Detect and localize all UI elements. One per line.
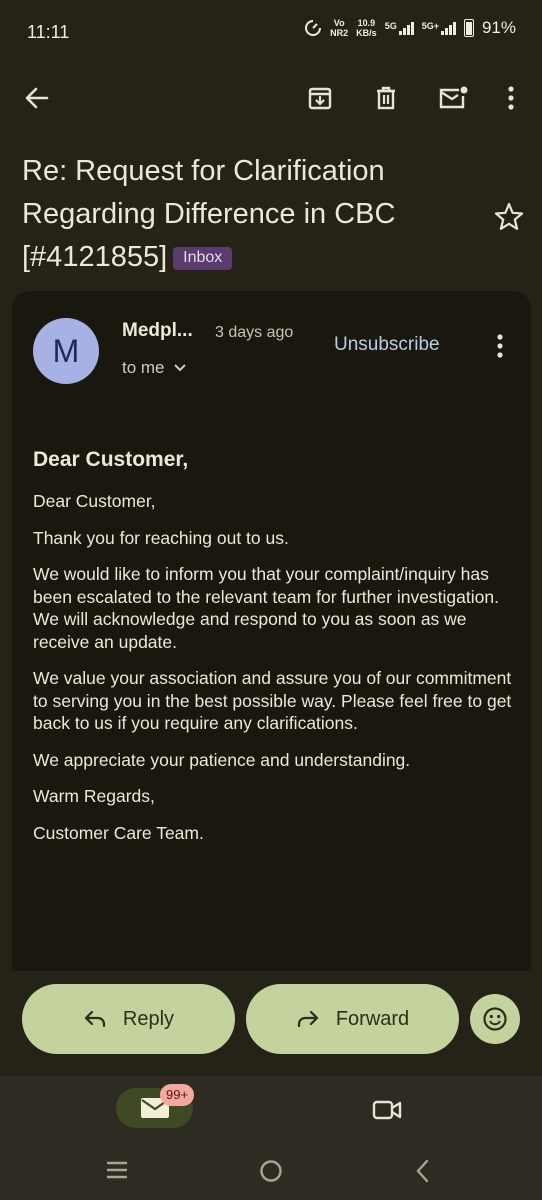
reply-button[interactable]: Reply: [22, 984, 235, 1054]
chevron-down-icon: [173, 364, 186, 372]
status-icons: Vo NR2 10.9 KB/s 5G 5G+ 91%: [304, 18, 516, 38]
signal-2: 5G+: [422, 21, 456, 35]
star-button[interactable]: [492, 200, 526, 234]
reply-icon: [84, 1010, 106, 1028]
data-saver-icon: [305, 20, 322, 36]
recents-icon: [107, 1161, 127, 1179]
body-paragraph: Dear Customer,: [33, 491, 156, 511]
recipient-text: to me: [122, 358, 165, 377]
archive-icon: [308, 87, 332, 110]
email-toolbar: [0, 70, 542, 126]
battery-percent: 91%: [481, 18, 516, 37]
volte-indicator: Vo NR2: [330, 18, 349, 38]
battery-icon: [463, 19, 474, 37]
unread-count-badge: 99+: [160, 1084, 195, 1106]
more-options-button[interactable]: [491, 78, 531, 118]
star-icon: [494, 202, 524, 230]
reply-label: Reply: [122, 1007, 175, 1030]
home-button[interactable]: [258, 1158, 284, 1189]
body-paragraph: We value your association and assure you…: [33, 668, 512, 733]
arrow-left-icon: [25, 87, 49, 109]
body-paragraph: Warm Regards,: [33, 786, 155, 806]
message-body: Dear Customer, Dear Customer, Thank you …: [33, 448, 513, 858]
sender-name[interactable]: Medpl...: [122, 320, 193, 342]
avatar-letter: M: [52, 332, 80, 369]
emoji-reaction-button[interactable]: [470, 994, 520, 1044]
forward-icon: [297, 1010, 318, 1028]
message-time: 3 days ago: [215, 324, 294, 341]
forward-button[interactable]: Forward: [246, 984, 459, 1054]
network-speed: 10.9 KB/s: [356, 18, 377, 38]
more-vertical-icon: [497, 334, 503, 358]
signal-1: 5G: [385, 21, 414, 35]
back-button[interactable]: [17, 78, 57, 118]
body-paragraph: Thank you for reaching out to us.: [33, 527, 289, 548]
recipient-details-toggle[interactable]: to me: [122, 358, 187, 378]
recent-apps-button[interactable]: [104, 1158, 130, 1187]
email-subject: Re: Request for Clarification Regarding …: [22, 150, 472, 279]
unsubscribe-link[interactable]: Unsubscribe: [334, 334, 440, 356]
home-circle-icon: [260, 1160, 282, 1182]
more-vertical-icon: [508, 86, 514, 110]
forward-label: Forward: [335, 1007, 410, 1030]
delete-button[interactable]: [366, 78, 406, 118]
system-back-button[interactable]: [412, 1158, 432, 1189]
nav-meet[interactable]: [370, 1094, 404, 1124]
smiley-icon: [483, 1007, 507, 1031]
body-paragraph: Customer Care Team.: [33, 822, 204, 843]
clock: 11:11: [27, 22, 70, 42]
label-chip-inbox[interactable]: Inbox: [173, 247, 233, 270]
chevron-left-icon: [416, 1159, 429, 1183]
avatar[interactable]: M: [33, 318, 99, 384]
body-paragraph: We would like to inform you that your co…: [33, 564, 499, 652]
message-more-button[interactable]: [490, 332, 510, 360]
video-camera-icon: [372, 1100, 402, 1120]
mark-unread-icon: [439, 86, 468, 109]
trash-icon: [377, 86, 395, 110]
mark-unread-button[interactable]: [433, 78, 473, 118]
body-paragraph: We appreciate your patience and understa…: [33, 749, 411, 770]
status-bar: 11:11 Vo NR2 10.9 KB/s 5G 5G+ 91%: [0, 0, 542, 64]
archive-button[interactable]: [300, 78, 340, 118]
greeting-heading: Dear Customer,: [33, 448, 189, 471]
